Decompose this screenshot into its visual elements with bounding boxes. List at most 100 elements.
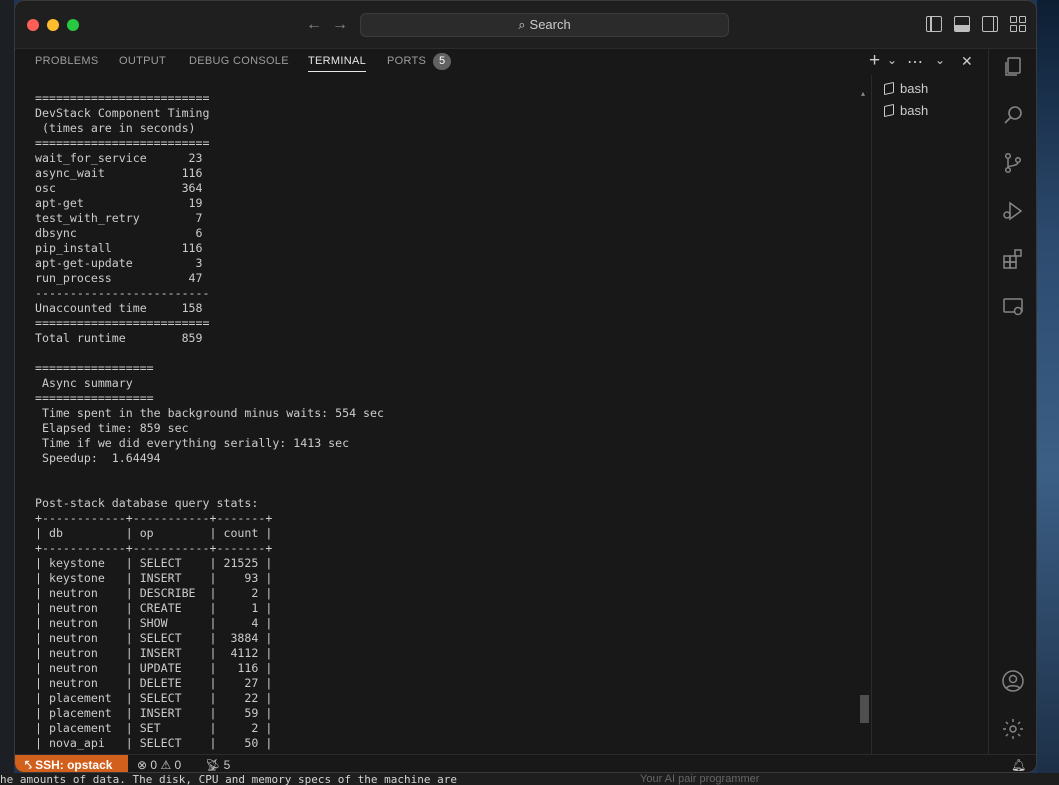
terminal-line: | keystone | INSERT | 93 | (35, 571, 273, 585)
terminal-line: | placement | SELECT | 22 | (35, 691, 273, 705)
terminal-line: Post-stack database query stats: (35, 496, 259, 510)
terminal-line: apt-get 19 (35, 196, 203, 210)
terminal-line: | neutron | DESCRIBE | 2 | (35, 586, 273, 600)
background-copilot-text: Your AI pair programmer (640, 773, 760, 785)
run-debug-icon[interactable] (1001, 199, 1025, 223)
terminal-line: osc 364 (35, 181, 203, 195)
panel-tab-bar: PROBLEMS OUTPUT DEBUG CONSOLE TERMINAL P… (15, 49, 990, 75)
explorer-icon[interactable] (1001, 55, 1025, 79)
bottom-panel: PROBLEMS OUTPUT DEBUG CONSOLE TERMINAL P… (15, 49, 990, 754)
background-text: he amounts of data. The disk, CPU and me… (0, 773, 457, 785)
more-actions-button[interactable]: ⋯ (907, 52, 923, 72)
accounts-icon[interactable] (1001, 669, 1025, 693)
close-window-button[interactable] (27, 19, 39, 31)
terminal-line: | neutron | DELETE | 27 | (35, 676, 273, 690)
command-center-search[interactable]: ⌕ Search (360, 13, 729, 37)
terminal-line: | placement | SET | 2 | (35, 721, 273, 735)
close-panel-button[interactable]: ✕ (961, 53, 973, 70)
terminal-line: (times are in seconds) (35, 121, 196, 135)
terminal-line: Speedup: 1.64494 (35, 451, 161, 465)
terminal-output[interactable]: ========================= DevStack Compon… (35, 91, 855, 754)
terminal-line: Elapsed time: 859 sec (35, 421, 189, 435)
tab-problems[interactable]: PROBLEMS (35, 55, 99, 67)
terminal-line: +------------+-----------+-------+ (35, 541, 273, 555)
terminal-line: | keystone | SELECT | 21525 | (35, 556, 273, 570)
terminal-line: Time if we did everything serially: 1413… (35, 436, 350, 450)
terminal-line: ========================= (35, 136, 210, 150)
remote-explorer-icon[interactable] (1001, 295, 1025, 319)
terminal-scrollbar[interactable] (857, 85, 867, 754)
tab-output[interactable]: OUTPUT (119, 55, 166, 67)
terminal-line: | neutron | SELECT | 3884 | (35, 631, 273, 645)
terminal-line: ================= (35, 391, 154, 405)
error-count: 0 (150, 758, 158, 772)
broadcast-icon: 📡︎ (205, 758, 221, 772)
terminal-line: | neutron | CREATE | 1 | (35, 601, 273, 615)
manage-gear-icon[interactable] (1001, 717, 1025, 741)
terminal-line: apt-get-update 3 (35, 256, 203, 270)
terminal-list-item[interactable]: bash (884, 103, 928, 118)
minimize-window-button[interactable] (47, 19, 59, 31)
terminal-name: bash (900, 81, 929, 96)
terminal-line: ========================= (35, 91, 210, 105)
new-terminal-button[interactable]: + (869, 50, 880, 72)
terminal-line: async_wait 116 (35, 166, 203, 180)
source-control-icon[interactable] (1001, 151, 1025, 175)
forwarded-ports-status[interactable]: 📡︎ 5 (205, 755, 230, 772)
terminal-line: Unaccounted time 158 (35, 301, 203, 315)
terminal-line: DevStack Component Timing (35, 106, 210, 120)
title-bar: ← → ⌕ Search (15, 1, 1036, 49)
terminal-line: | neutron | INSERT | 4112 | (35, 646, 273, 660)
customize-layout-icon[interactable] (1010, 16, 1026, 32)
collapse-panel-button[interactable]: ⌄ (935, 53, 945, 67)
terminal-name: bash (900, 103, 929, 118)
terminal-profile-dropdown[interactable]: ⌄ (887, 53, 897, 67)
remote-label: SSH: opstack (35, 758, 113, 772)
extensions-icon[interactable] (1001, 247, 1025, 271)
tab-ports[interactable]: PORTS (387, 55, 426, 67)
search-label: Search (529, 17, 571, 32)
terminal-line: | db | op | count | (35, 526, 273, 540)
error-icon: ⊗ (137, 758, 148, 772)
layout-controls (926, 16, 1026, 32)
terminal-line: Total runtime 859 (35, 331, 203, 345)
remote-icon: ⤣ (25, 758, 36, 772)
warning-count: 0 (174, 758, 182, 772)
background-editor-strip (0, 0, 14, 785)
terminal-line: dbsync 6 (35, 226, 203, 240)
toggle-panel-icon[interactable] (954, 16, 970, 32)
maximize-window-button[interactable] (67, 19, 79, 31)
terminal-text: ========================= DevStack Compon… (35, 91, 855, 751)
desktop-wallpaper (1037, 0, 1059, 785)
terminal-line: | nova_api | SELECT | 50 | (35, 736, 273, 750)
terminal-list-item[interactable]: bash (884, 81, 928, 96)
terminal-line: ------------------------- (35, 286, 210, 300)
terminal-icon (884, 81, 894, 96)
warning-icon: ⚠ (160, 758, 172, 772)
tab-terminal[interactable]: TERMINAL (308, 55, 367, 72)
terminal-line: ========================= (35, 316, 210, 330)
search-icon: ⌕ (518, 17, 526, 32)
vscode-window: ← → ⌕ Search PROBLEMS OUTPUT DEBUG CONSOL… (14, 0, 1037, 773)
terminal-line: | neutron | UPDATE | 116 | (35, 661, 273, 675)
toggle-secondary-sidebar-icon[interactable] (982, 16, 998, 32)
tab-debug-console[interactable]: DEBUG CONSOLE (189, 55, 289, 67)
notifications-bell-icon[interactable]: 🔔︎ (1011, 755, 1026, 772)
terminal-line: test_with_retry 7 (35, 211, 203, 225)
toggle-primary-sidebar-icon[interactable] (926, 16, 942, 32)
search-view-icon[interactable] (1001, 103, 1025, 127)
activity-bar (988, 49, 1036, 754)
terminal-scrollbar-thumb[interactable] (860, 695, 869, 723)
terminal-line: | neutron | SHOW | 4 | (35, 616, 273, 630)
forward-button[interactable]: → (332, 15, 348, 35)
terminal-icon (884, 103, 894, 118)
terminal-line: +------------+-----------+-------+ (35, 511, 273, 525)
problems-status[interactable]: ⊗ 0 ⚠ 0 (137, 755, 182, 772)
remote-indicator[interactable]: ⤣ SSH: opstack (15, 755, 128, 772)
terminal-tabs-list: bash bash (871, 75, 990, 754)
status-bar: ⤣ SSH: opstack ⊗ 0 ⚠ 0 📡︎ 5 🔔︎ (15, 754, 1036, 772)
back-button[interactable]: ← (306, 15, 322, 35)
terminal-line: run_process 47 (35, 271, 203, 285)
